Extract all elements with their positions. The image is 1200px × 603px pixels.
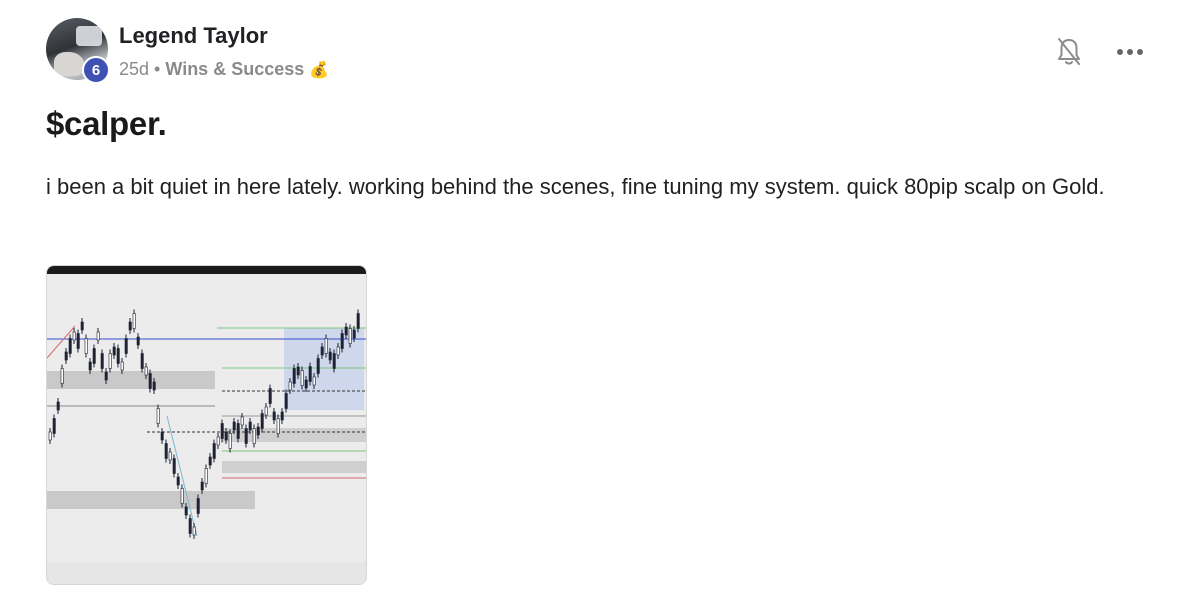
candle-body <box>96 331 100 341</box>
candle-body <box>80 321 84 331</box>
candle-body <box>216 436 220 446</box>
candle-body <box>292 368 296 384</box>
candle-body <box>164 443 168 459</box>
post-image-attachment[interactable] <box>46 265 367 585</box>
post-body: i been a bit quiet in here lately. worki… <box>46 174 1105 199</box>
category-emoji: 💰 <box>309 61 330 79</box>
candle-body <box>352 329 356 339</box>
candle-body <box>188 518 192 534</box>
candle-body <box>60 368 64 384</box>
candle-body <box>284 393 288 409</box>
candle-body <box>244 428 248 444</box>
candle-body <box>308 366 312 382</box>
candle-body <box>348 328 352 344</box>
candle-body <box>220 423 224 439</box>
candle-body <box>132 313 136 329</box>
candle-body <box>108 353 112 369</box>
candle-body <box>112 346 116 356</box>
candle-body <box>236 423 240 439</box>
post-title: $calper. <box>46 105 167 142</box>
candle-body <box>52 418 56 434</box>
candle-body <box>120 361 124 371</box>
post-category[interactable]: Wins & Success <box>165 59 304 80</box>
candle-body <box>56 401 60 411</box>
candle-body <box>240 416 244 426</box>
candle-body <box>152 381 156 391</box>
candle-body <box>196 498 200 514</box>
candle-body <box>256 426 260 436</box>
candle-body <box>204 468 208 484</box>
candle-body <box>168 451 172 461</box>
candle-body <box>104 371 108 381</box>
candle-body <box>84 338 88 354</box>
candle-body <box>68 338 72 354</box>
candle-body <box>116 348 120 364</box>
candle-body <box>140 353 144 369</box>
candle-body <box>280 411 284 421</box>
candle-body <box>76 333 80 349</box>
candle-body <box>272 411 276 421</box>
candle-body <box>176 476 180 486</box>
author-name[interactable]: Legend Taylor <box>119 23 268 49</box>
candle-body <box>64 351 68 361</box>
candle-body <box>320 346 324 356</box>
candle-body <box>264 406 268 416</box>
candle-body <box>336 346 340 356</box>
candle-body <box>208 456 212 466</box>
candle-body <box>332 353 336 369</box>
candle-body <box>328 351 332 361</box>
candle-body <box>200 481 204 491</box>
author-avatar[interactable]: 6 <box>46 18 110 84</box>
candle-body <box>304 379 308 389</box>
post-time: 25d <box>119 59 150 79</box>
post-meta: 25d • Wins & Success 💰 <box>119 59 329 80</box>
post-card: 6 Legend Taylor 25d • Wins & Success 💰 $… <box>0 0 1200 603</box>
candle-body <box>144 366 148 376</box>
candle-body <box>184 506 188 516</box>
candle-body <box>48 431 52 441</box>
candle-body <box>276 418 280 434</box>
candle-body <box>312 376 316 386</box>
trading-chart-thumbnail <box>47 266 366 584</box>
candle-body <box>192 526 196 536</box>
candle-body <box>72 331 76 341</box>
candle-body <box>156 408 160 424</box>
candle-body <box>92 348 96 364</box>
candle-body <box>160 431 164 441</box>
candle-body <box>268 388 272 404</box>
candle-body <box>232 421 236 431</box>
candle-body <box>260 413 264 429</box>
more-options-button[interactable] <box>1112 34 1148 70</box>
candle-body <box>248 421 252 431</box>
candle-body <box>136 336 140 346</box>
notifications-button[interactable] <box>1051 34 1087 70</box>
candle-body <box>148 373 152 389</box>
more-horizontal-icon <box>1117 49 1143 55</box>
candle-body <box>88 361 92 371</box>
level-badge: 6 <box>82 56 110 84</box>
candle-body <box>212 443 216 459</box>
bell-off-icon <box>1058 38 1080 65</box>
candle-body <box>340 333 344 349</box>
candle-body <box>124 338 128 354</box>
candle-body <box>356 313 360 329</box>
candle-body <box>252 428 256 444</box>
candle-body <box>288 381 292 391</box>
candle-body <box>300 370 304 386</box>
candle-body <box>324 338 328 354</box>
candle-body <box>316 358 320 374</box>
candle-body <box>128 321 132 331</box>
candle-body <box>296 366 300 376</box>
candle-body <box>224 431 228 441</box>
candle-body <box>100 353 104 369</box>
candle-body <box>344 326 348 336</box>
meta-separator: • <box>154 59 161 79</box>
candle-body <box>180 488 184 504</box>
candle-body <box>172 458 176 474</box>
candle-body <box>228 433 232 449</box>
